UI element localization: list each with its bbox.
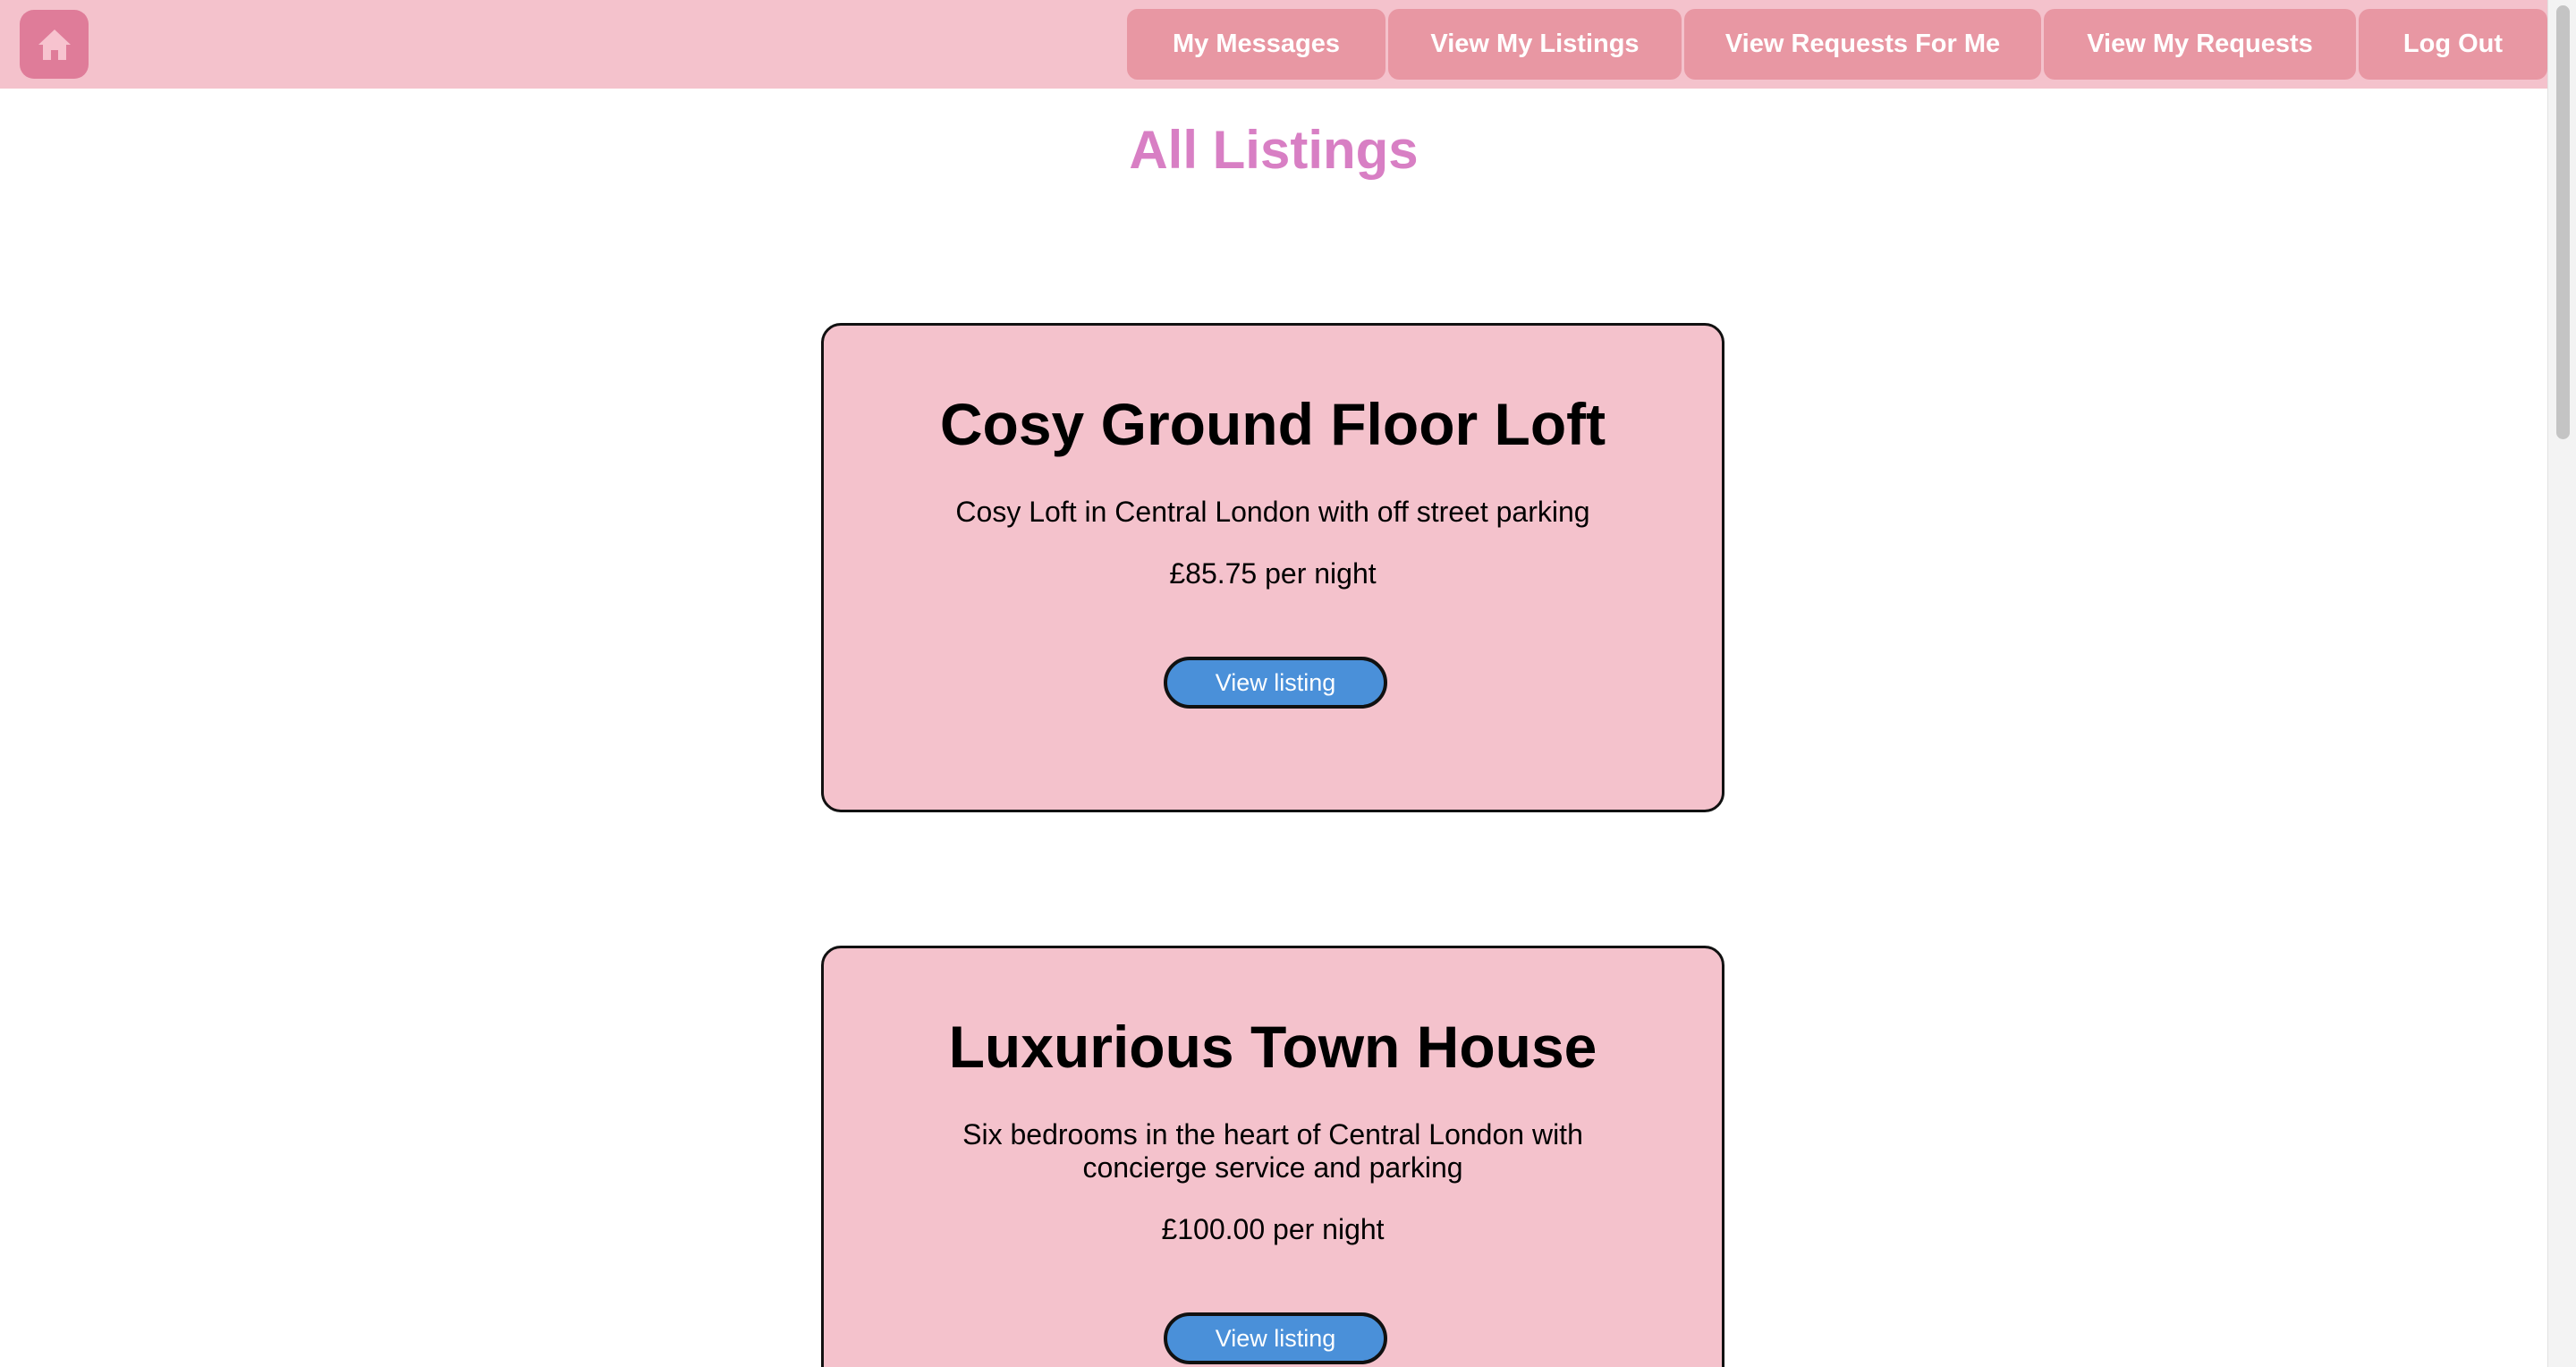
listing-title: Cosy Ground Floor Loft bbox=[939, 391, 1606, 457]
listing-price: £100.00 per night bbox=[1161, 1213, 1385, 1245]
listing-description-line: concierge service and parking bbox=[1082, 1151, 1463, 1184]
page-viewport: My Messages View My Listings View Reques… bbox=[0, 0, 2547, 1367]
listing-card: Luxurious Town House Six bedrooms in the… bbox=[821, 946, 1724, 1367]
scrollbar-thumb[interactable] bbox=[2556, 5, 2570, 439]
nav-view-my-requests-button[interactable]: View My Requests bbox=[2044, 9, 2356, 80]
view-listing-button[interactable]: View listing bbox=[1164, 1312, 1387, 1364]
nav-my-messages-button[interactable]: My Messages bbox=[1127, 9, 1385, 80]
nav-view-my-listings-button[interactable]: View My Listings bbox=[1388, 9, 1682, 80]
view-listing-button[interactable]: View listing bbox=[1164, 657, 1387, 709]
top-navbar: My Messages View My Listings View Reques… bbox=[0, 0, 2547, 89]
nav-view-requests-for-me-button[interactable]: View Requests For Me bbox=[1684, 9, 2041, 80]
listing-title: Luxurious Town House bbox=[948, 1014, 1597, 1080]
listing-description-line: Six bedrooms in the heart of Central Lon… bbox=[962, 1118, 1583, 1150]
home-icon bbox=[38, 29, 71, 60]
nav-log-out-button[interactable]: Log Out bbox=[2359, 9, 2547, 80]
page-title: All Listings bbox=[1129, 120, 1419, 180]
listing-description: Six bedrooms in the heart of Central Lon… bbox=[824, 1118, 1722, 1184]
listing-card: Cosy Ground Floor Loft Cosy Loft in Cent… bbox=[821, 323, 1724, 812]
listing-price: £85.75 per night bbox=[1169, 557, 1377, 590]
listing-description: Cosy Loft in Central London with off str… bbox=[955, 496, 1590, 528]
vertical-scrollbar[interactable] bbox=[2547, 0, 2576, 1367]
home-button[interactable] bbox=[20, 10, 89, 79]
